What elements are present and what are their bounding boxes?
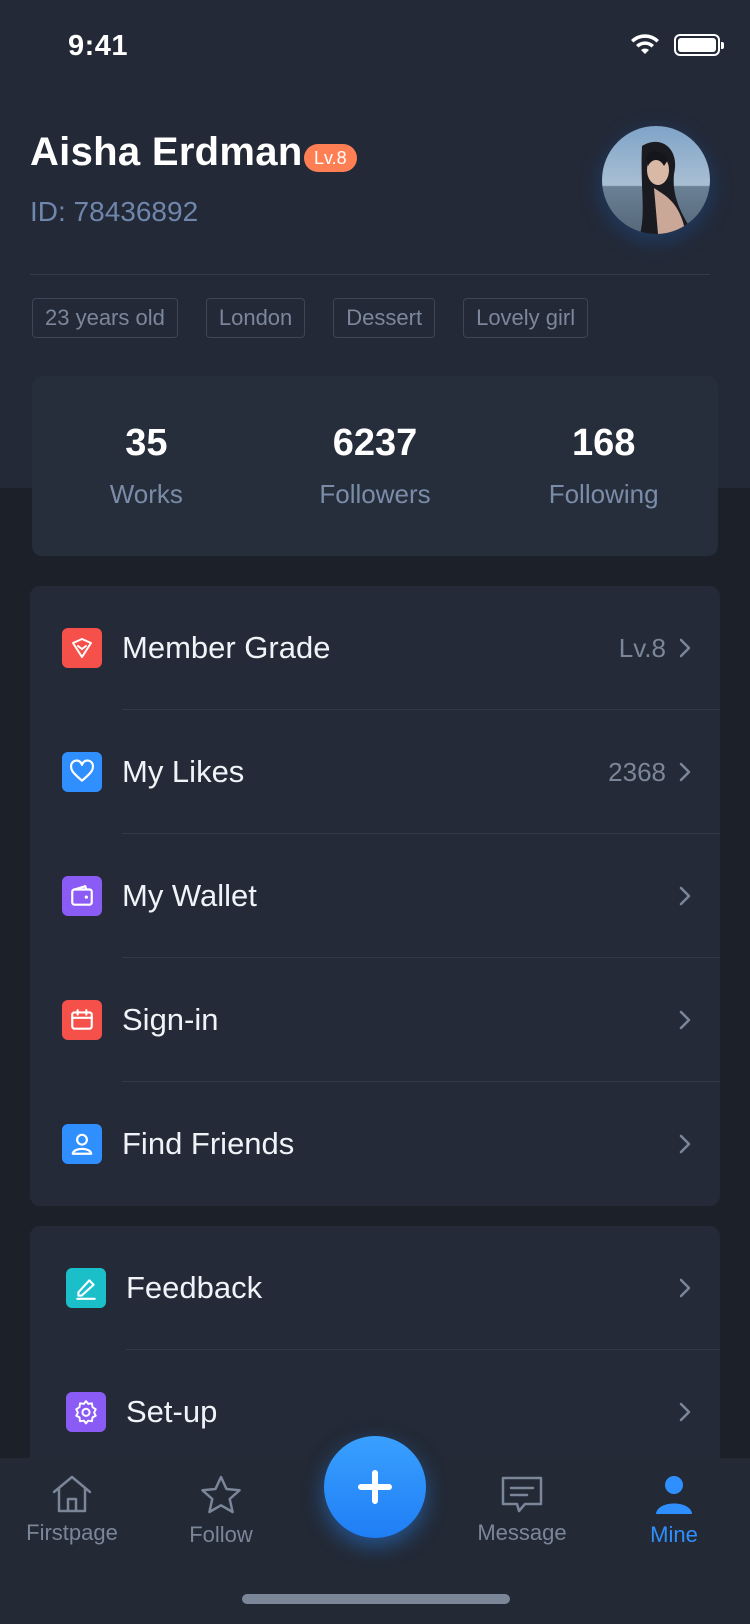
chevron-right-icon bbox=[679, 1010, 691, 1030]
menu-label: My Wallet bbox=[122, 878, 257, 913]
menu-label: Feedback bbox=[126, 1270, 263, 1305]
chevron-right-icon bbox=[679, 886, 691, 906]
star-icon bbox=[201, 1475, 241, 1514]
status-bar: 9:41 bbox=[0, 0, 750, 96]
tab-label: Firstpage bbox=[26, 1520, 118, 1545]
wallet-icon bbox=[62, 876, 102, 916]
menu-item-find-friends[interactable]: Find Friends bbox=[30, 1082, 720, 1206]
tag-interest[interactable]: Dessert bbox=[333, 298, 436, 338]
tab-firstpage[interactable]: Firstpage bbox=[2, 1474, 142, 1546]
menu-label: My Likes bbox=[122, 754, 245, 789]
status-icons bbox=[630, 34, 724, 56]
tab-follow[interactable]: Follow bbox=[151, 1474, 291, 1548]
chevron-right-icon bbox=[679, 762, 691, 782]
stat-following-label: Following bbox=[548, 479, 659, 509]
tab-label: Message bbox=[477, 1520, 567, 1545]
member-grade-icon bbox=[62, 628, 102, 668]
menu-item-member-grade[interactable]: Member Grade Lv.8 bbox=[30, 586, 720, 710]
chevron-right-icon bbox=[679, 1278, 691, 1298]
message-icon bbox=[501, 1476, 543, 1513]
menu-item-my-likes[interactable]: My Likes 2368 bbox=[30, 710, 720, 834]
profile-id: ID: 78436892 bbox=[30, 196, 199, 227]
home-indicator bbox=[242, 1594, 510, 1604]
stat-following-value: 168 bbox=[571, 422, 636, 464]
stat-following[interactable]: 168 Following bbox=[514, 422, 694, 510]
tag-age[interactable]: 23 years old bbox=[32, 298, 178, 338]
edit-icon bbox=[66, 1268, 106, 1308]
stat-works[interactable]: 35 Works bbox=[56, 422, 236, 510]
stats-card: 35 Works 6237 Followers 168 Following bbox=[32, 376, 718, 556]
profile-icon bbox=[656, 1476, 692, 1514]
battery-icon bbox=[674, 34, 724, 56]
calendar-icon bbox=[62, 1000, 102, 1040]
chevron-right-icon bbox=[679, 638, 691, 658]
level-badge: Lv.8 bbox=[304, 144, 357, 172]
profile-tags: 23 years old London Dessert Lovely girl bbox=[32, 298, 589, 338]
tag-city[interactable]: London bbox=[205, 298, 306, 338]
chevron-right-icon bbox=[679, 1134, 691, 1154]
menu-item-feedback[interactable]: Feedback bbox=[30, 1226, 720, 1350]
menu-label: Sign-in bbox=[122, 1002, 219, 1037]
heart-icon bbox=[62, 752, 102, 792]
profile-name: Aisha Erdman bbox=[30, 130, 303, 174]
menu-label: Set-up bbox=[126, 1394, 218, 1429]
menu-label: Find Friends bbox=[122, 1126, 295, 1161]
stat-followers[interactable]: 6237 Followers bbox=[285, 422, 465, 510]
gear-icon bbox=[66, 1392, 106, 1432]
plus-icon bbox=[358, 1470, 392, 1504]
create-post-button[interactable] bbox=[324, 1436, 426, 1538]
home-icon bbox=[52, 1475, 92, 1513]
tag-personality[interactable]: Lovely girl bbox=[463, 298, 589, 338]
menu-item-my-wallet[interactable]: My Wallet bbox=[30, 834, 720, 958]
menu-item-sign-in[interactable]: Sign-in bbox=[30, 958, 720, 1082]
header-divider bbox=[30, 274, 710, 275]
stat-followers-value: 6237 bbox=[332, 422, 418, 464]
user-icon bbox=[62, 1124, 102, 1164]
stat-works-value: 35 bbox=[125, 422, 168, 464]
wifi-icon bbox=[631, 34, 659, 54]
menu-value: 2368 bbox=[608, 756, 666, 787]
avatar-photo bbox=[602, 126, 710, 234]
tab-mine[interactable]: Mine bbox=[604, 1474, 744, 1548]
stat-works-label: Works bbox=[109, 479, 183, 509]
tab-message[interactable]: Message bbox=[452, 1474, 592, 1546]
tab-label: Mine bbox=[650, 1522, 698, 1547]
menu-card-primary: Member Grade Lv.8 My Likes 2368 My Walle… bbox=[30, 586, 720, 1206]
chevron-right-icon bbox=[679, 1402, 691, 1422]
avatar[interactable] bbox=[602, 126, 710, 234]
menu-value: Lv.8 bbox=[618, 632, 666, 663]
tab-label: Follow bbox=[189, 1522, 253, 1547]
status-time: 9:41 bbox=[68, 30, 129, 62]
menu-label: Member Grade bbox=[122, 630, 331, 665]
stat-followers-label: Followers bbox=[319, 479, 431, 509]
